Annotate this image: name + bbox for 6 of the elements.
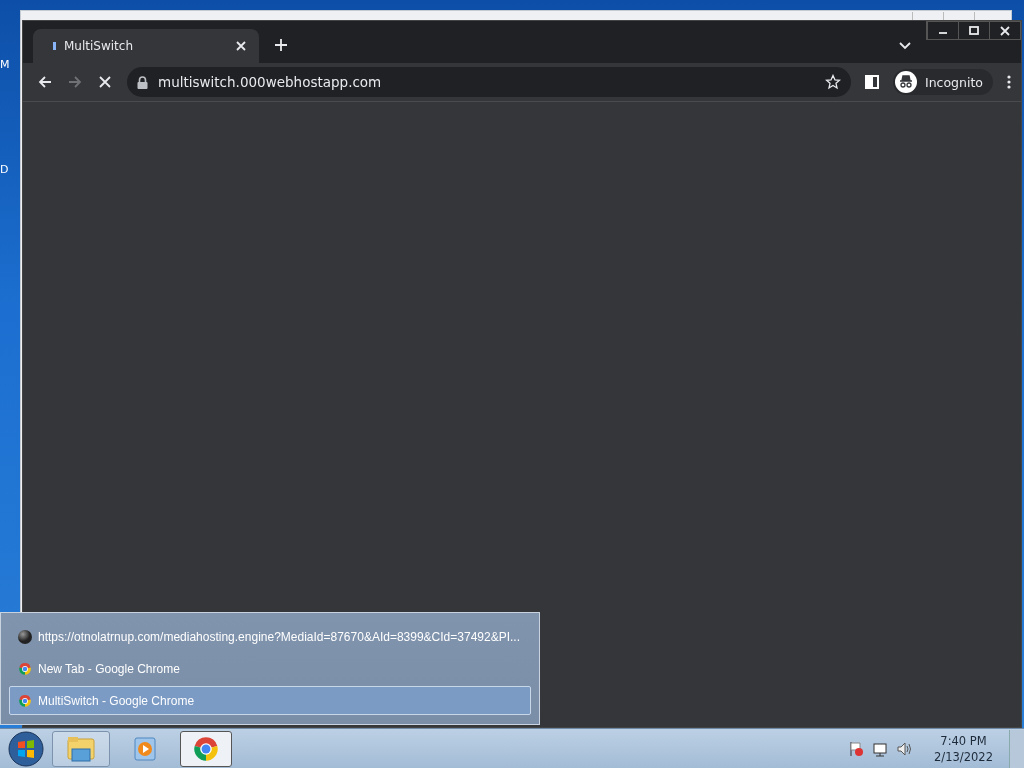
desktop-icon-label: M [0,58,10,71]
clock[interactable]: 7:40 PM 2/13/2022 [934,732,993,765]
address-bar[interactable]: multiswitch.000webhostapp.com [127,67,851,97]
browser-tab[interactable]: MultiSwitch [33,29,259,63]
desktop-icon-label: D [0,163,9,176]
incognito-button[interactable]: Incognito [893,69,993,95]
